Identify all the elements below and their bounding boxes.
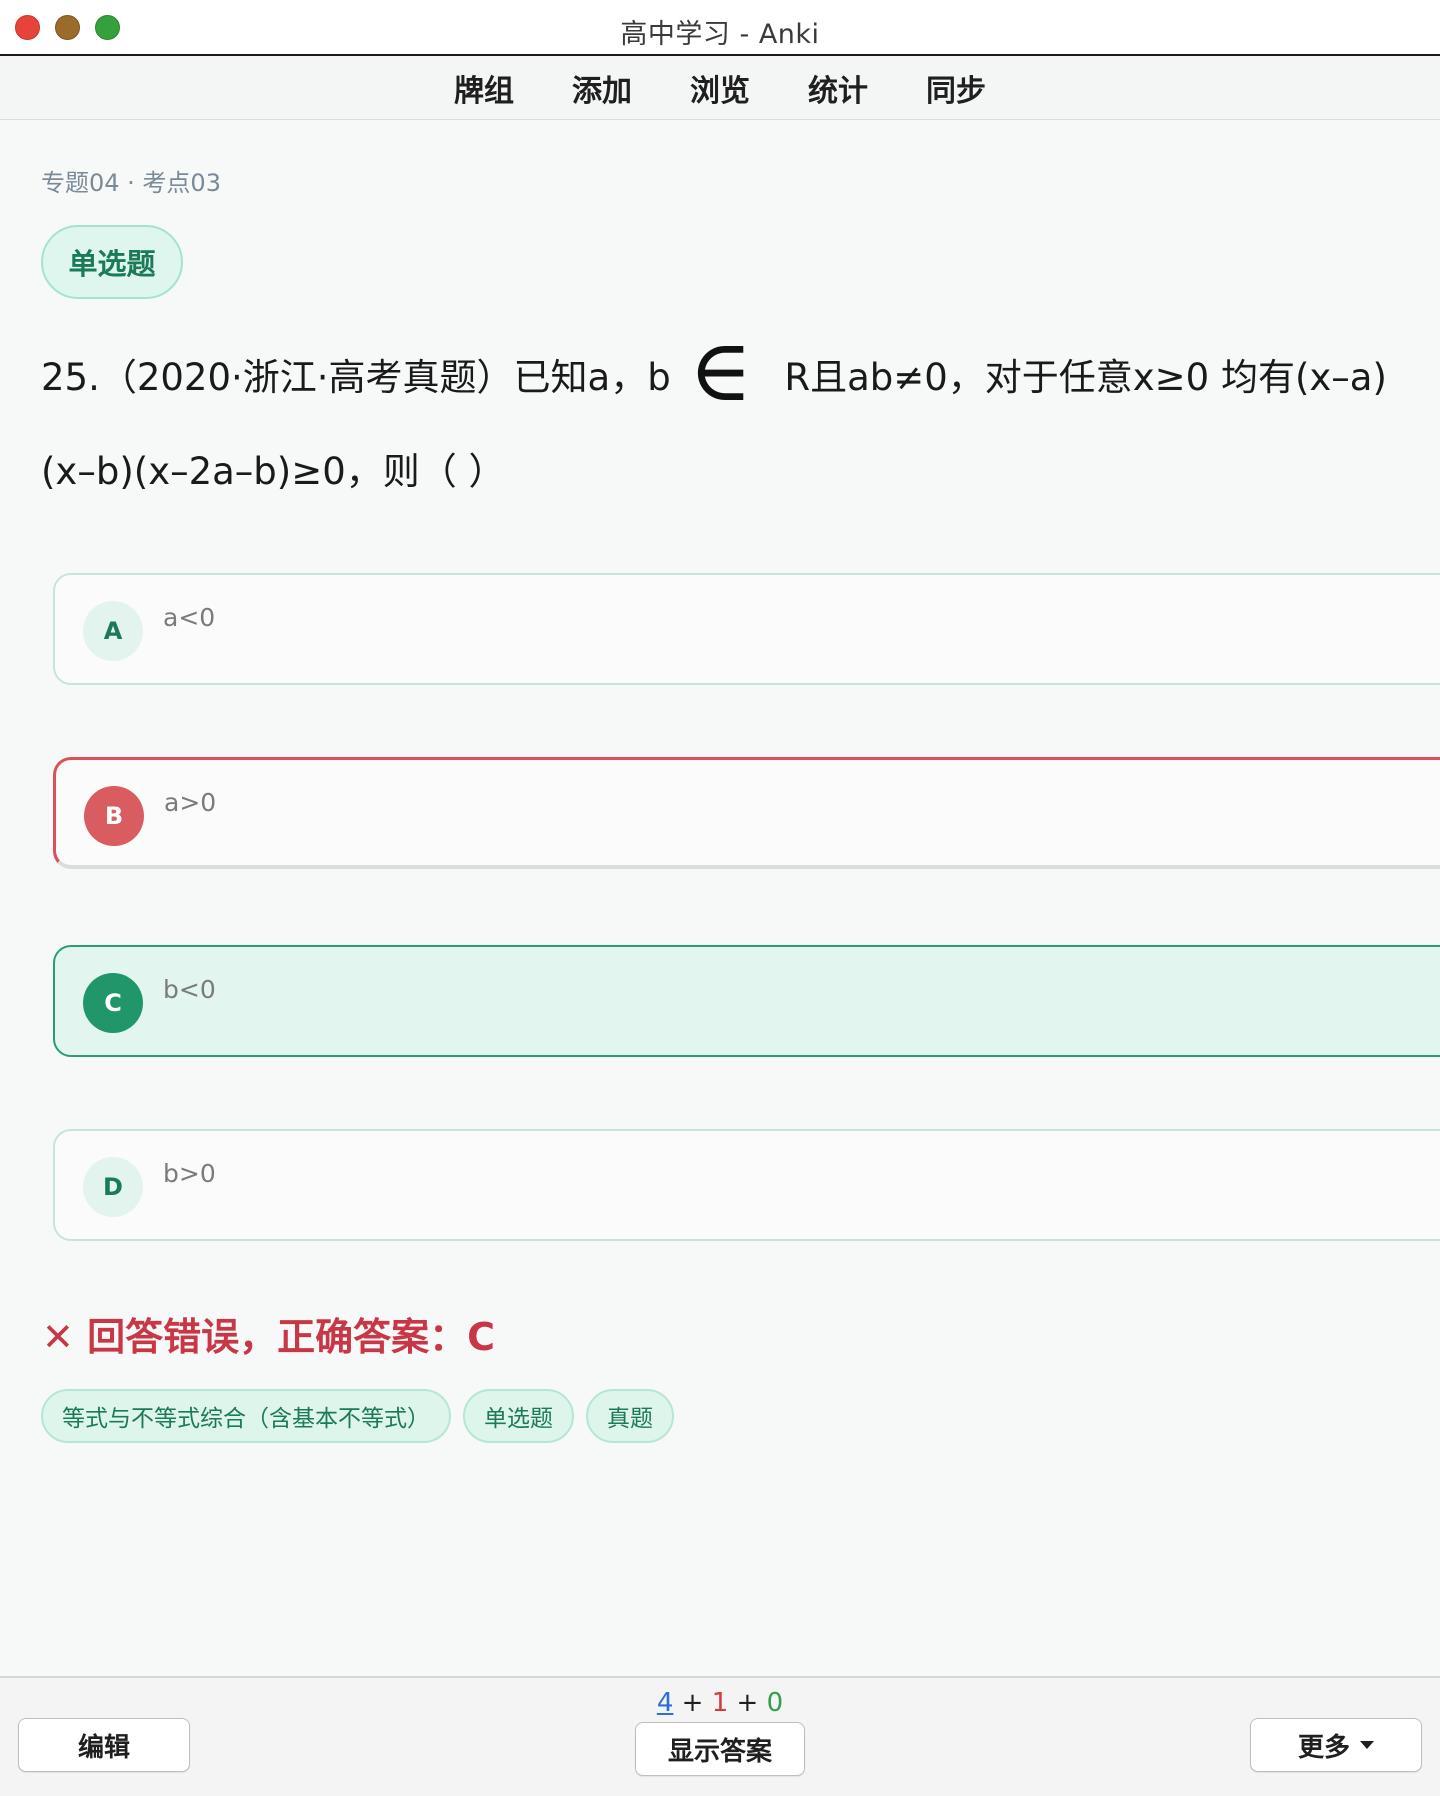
tag-item[interactable]: 单选题 [463, 1389, 574, 1443]
option-text: b<0 [163, 975, 216, 1004]
plus-sign: + [736, 1688, 759, 1718]
answer-result: ✕ 回答错误，正确答案：C [42, 1306, 495, 1361]
option-text: a<0 [163, 603, 216, 632]
due-counts: 4 + 1 + 0 [0, 1688, 1440, 1718]
caret-down-icon [1360, 1741, 1374, 1749]
option-letter-badge: C [83, 973, 143, 1033]
option-b[interactable]: B a>0 [53, 757, 1440, 869]
window-title: 高中学习 - Anki [620, 19, 820, 50]
edit-button[interactable]: 编辑 [18, 1718, 190, 1772]
option-c[interactable]: C b<0 [53, 945, 1440, 1057]
option-d[interactable]: D b>0 [53, 1129, 1440, 1241]
option-text: b>0 [163, 1159, 216, 1188]
tag-item[interactable]: 等式与不等式综合（含基本不等式） [41, 1389, 451, 1443]
tag-list: 等式与不等式综合（含基本不等式） 单选题 真题 [41, 1389, 686, 1443]
show-answer-button[interactable]: 显示答案 [635, 1722, 805, 1776]
wrong-x-icon: ✕ [42, 1315, 74, 1359]
option-letter-badge: D [83, 1157, 143, 1217]
question-type-badge: 单选题 [41, 225, 183, 299]
result-message: 回答错误，正确答案：C [87, 1315, 495, 1359]
review-count: 0 [766, 1688, 784, 1718]
question-text: 25.（2020·浙江·高考真题）已知a，b ∈ R且ab≠0，对于任意x≥0 均有… [41, 321, 1411, 519]
option-letter-badge: B [84, 786, 144, 846]
element-of-symbol: ∈ [688, 321, 753, 421]
title-bar: 高中学习 - Anki [0, 0, 1440, 56]
anki-window: 高中学习 - Anki 牌组 添加 浏览 统计 同步 专题04 · 考点03 单… [0, 0, 1440, 1796]
toolbar-decks[interactable]: 牌组 [454, 66, 514, 110]
breadcrumb: 专题04 · 考点03 [41, 169, 221, 197]
option-letter-badge: A [83, 601, 143, 661]
toolbar-stats[interactable]: 统计 [808, 66, 868, 110]
review-bottom-bar: 4 + 1 + 0 编辑 显示答案 更多 [0, 1676, 1440, 1796]
plus-sign: + [681, 1688, 704, 1718]
new-count: 4 [656, 1688, 674, 1718]
option-text: a>0 [164, 788, 217, 817]
more-button[interactable]: 更多 [1250, 1718, 1422, 1772]
toolbar-add[interactable]: 添加 [572, 66, 632, 110]
learn-count: 1 [711, 1688, 729, 1718]
tag-item[interactable]: 真题 [586, 1389, 674, 1443]
more-label: 更多 [1297, 1732, 1350, 1763]
card-content: 专题04 · 考点03 单选题 25.（2020·浙江·高考真题）已知a，b ∈ R… [0, 121, 1440, 1676]
main-toolbar: 牌组 添加 浏览 统计 同步 [0, 56, 1440, 120]
toolbar-sync[interactable]: 同步 [926, 66, 986, 110]
toolbar-browse[interactable]: 浏览 [690, 66, 750, 110]
question-part-1: 25.（2020·浙江·高考真题）已知a，b [41, 356, 671, 399]
option-a[interactable]: A a<0 [53, 573, 1440, 685]
